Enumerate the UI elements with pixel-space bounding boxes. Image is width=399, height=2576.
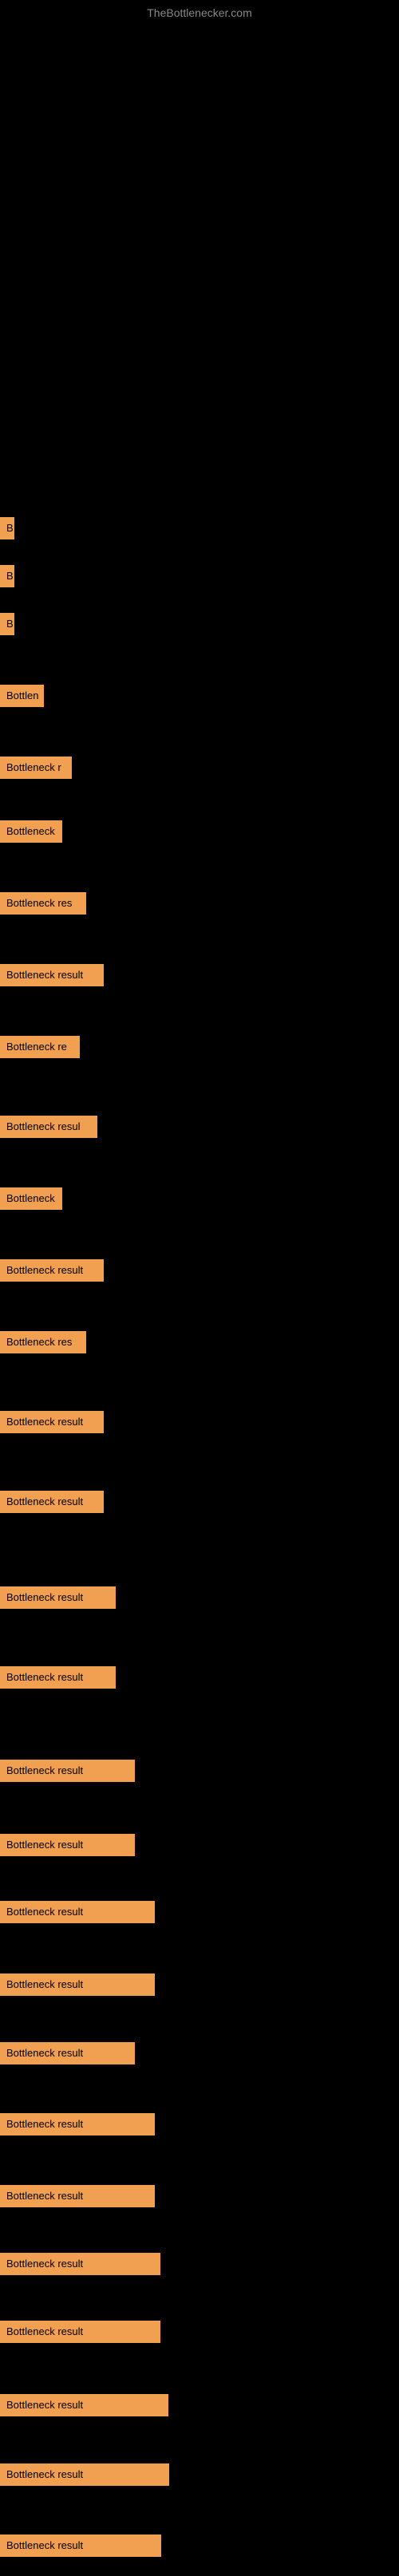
bottleneck-bar: Bottleneck result — [0, 1491, 104, 1513]
bottleneck-bar: Bottleneck re — [0, 1036, 80, 1058]
bottleneck-bar: Bottleneck — [0, 820, 62, 843]
bottleneck-bar: Bottleneck result — [0, 2113, 155, 2135]
bottleneck-bar: Bottleneck result — [0, 2394, 168, 2416]
bottleneck-bar: B — [0, 517, 14, 539]
bottleneck-bar: Bottleneck result — [0, 2042, 135, 2064]
bottleneck-bar: Bottleneck res — [0, 892, 86, 915]
bottleneck-bar: Bottleneck resul — [0, 1116, 97, 1138]
bottleneck-bar: Bottleneck result — [0, 1666, 116, 1689]
bottleneck-bar: Bottleneck result — [0, 1901, 155, 1923]
bottleneck-bar: Bottleneck result — [0, 1760, 135, 1782]
bottleneck-bar: Bottleneck — [0, 1187, 62, 1210]
bottleneck-bar: Bottleneck result — [0, 2253, 160, 2275]
bottleneck-bar: Bottleneck result — [0, 2321, 160, 2343]
bottleneck-bar: Bottleneck result — [0, 2463, 169, 2486]
bottleneck-bar: Bottleneck result — [0, 1834, 135, 1856]
site-title: TheBottlenecker.com — [0, 0, 399, 22]
bottleneck-bar: B — [0, 565, 14, 587]
bottleneck-bar: Bottleneck result — [0, 1586, 116, 1609]
bottleneck-bar: Bottleneck result — [0, 964, 104, 986]
bottleneck-bar: Bottleneck result — [0, 1259, 104, 1282]
bottleneck-bar: Bottlen — [0, 685, 44, 707]
bottleneck-bar: Bottleneck result — [0, 1411, 104, 1433]
bottleneck-bar: Bottleneck res — [0, 1331, 86, 1353]
bottleneck-bar: Bottleneck result — [0, 1973, 155, 1996]
bottleneck-bar: Bottleneck result — [0, 2185, 155, 2207]
bottleneck-bar: B — [0, 613, 14, 635]
bottleneck-bar: Bottleneck r — [0, 757, 72, 779]
